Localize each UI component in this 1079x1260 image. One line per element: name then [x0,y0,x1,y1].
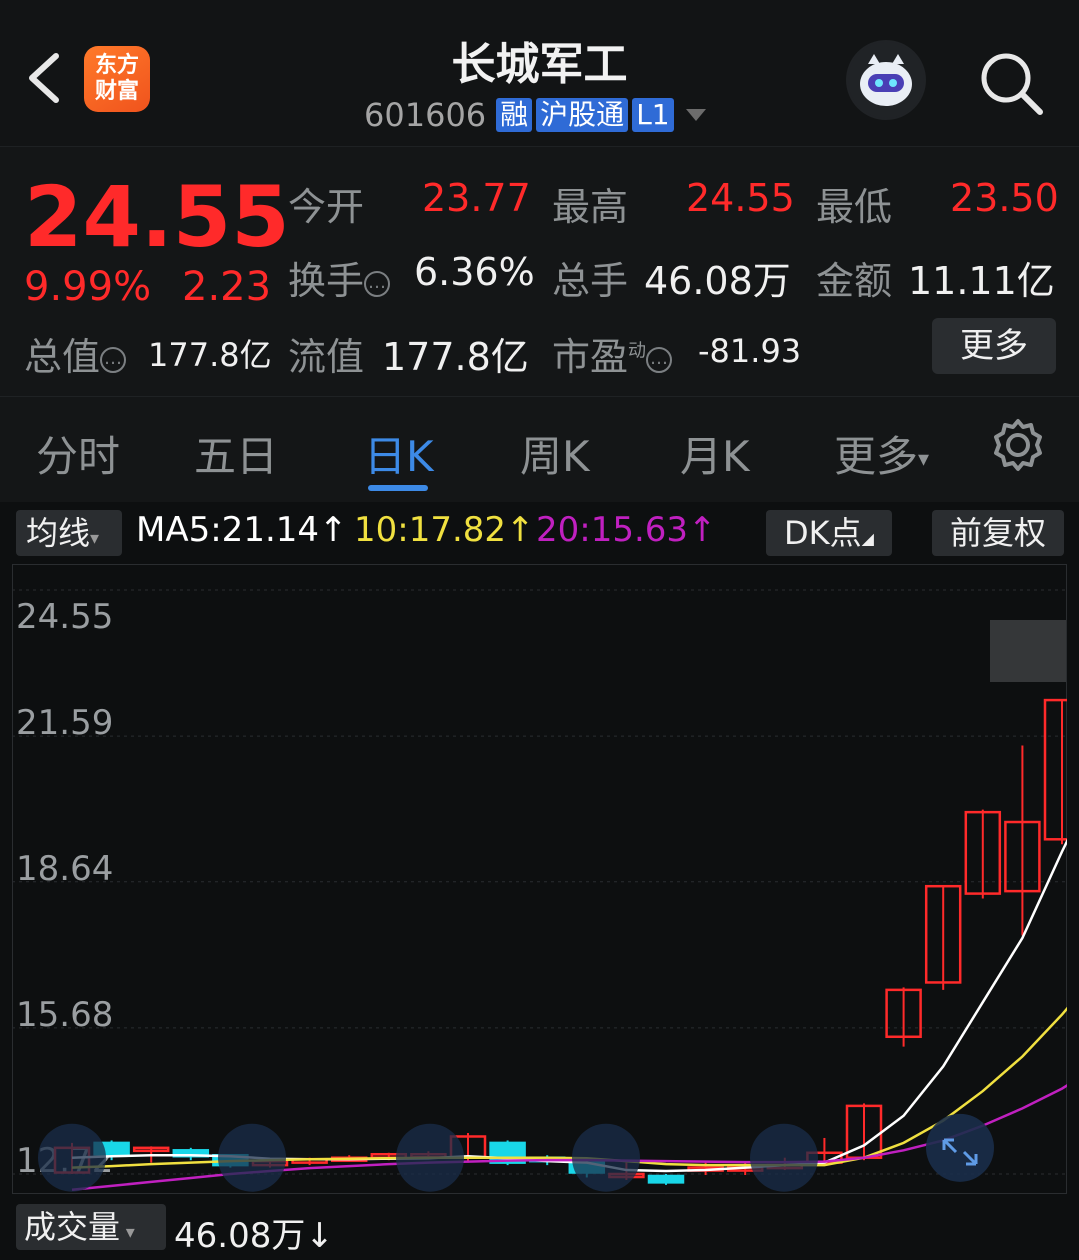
chart-nav-button [750,1123,818,1192]
ma-select[interactable]: 均线▾ [16,510,122,556]
margin-tag: 融 [496,98,533,132]
y-tick-label: 21.59 [16,703,113,743]
tab-monthly-k[interactable]: 月K [680,423,750,484]
top-bar: 东方 财富 长城军工 601606 融 沪股通 L1 [0,0,1079,146]
search-icon[interactable] [976,48,1046,118]
tab-five-day[interactable]: 五日 [194,423,278,484]
stock-code: 601606 [364,96,487,134]
corner-caret-icon: ◢ [861,529,874,548]
candle-body [1043,698,1067,841]
tab-daily-k[interactable]: 日K [364,423,434,484]
caret-down-icon: ▾ [90,528,100,549]
tab-intraday[interactable]: 分时 [36,423,120,484]
dk-point-label: DK点 [784,514,862,552]
open-value: 23.77 [422,176,531,220]
amount-value: 11.11亿 [908,259,1055,303]
mktcap-value: 177.8亿 [148,336,272,374]
volume-indicator-label: 成交量 [24,1208,121,1246]
price-marker [990,620,1066,682]
pe-superscript: 动 [628,340,647,362]
active-tab-indicator [368,485,428,491]
dropdown-caret-icon[interactable] [685,109,706,121]
turnover-label: 换手… [288,250,391,305]
chart-nav-button [396,1123,464,1192]
caret-down-icon: ▾ [918,447,930,472]
kline-chart[interactable]: 24.5521.5918.6415.6812.72 [12,564,1067,1194]
candle-body [647,1174,685,1184]
robot-assistant-icon[interactable] [846,40,926,120]
change-amount: 2.23 [182,264,272,310]
adjust-button[interactable]: 前复权 [932,510,1064,556]
y-tick-label: 15.68 [16,995,113,1035]
float-value: 177.8亿 [382,335,529,379]
caret-down-icon: ▾ [120,1222,135,1243]
pe-label-text: 市盈 [552,335,629,379]
stock-subtitle[interactable]: 601606 融 沪股通 L1 [364,96,706,134]
low-value: 23.50 [950,176,1059,220]
turnover-label-text: 换手 [288,259,365,303]
chart-nav-button [38,1123,106,1192]
info-icon[interactable]: … [100,346,127,373]
info-icon[interactable]: … [646,346,673,373]
volume-value: 46.08万 [644,259,791,303]
chart-tabs: 分时 五日 日K 周K 月K 更多▾ [0,396,1079,502]
change-percent: 9.99% [24,264,152,310]
more-quote-button[interactable]: 更多 [932,318,1056,374]
low-label: 最低 [816,185,893,229]
gear-icon[interactable] [990,417,1046,473]
tab-more-label: 更多 [834,432,919,481]
ma5-value: MA5:21.14↑ [136,510,348,550]
info-icon[interactable]: … [364,270,391,297]
ma10-value: 10:17.82↑ [354,510,535,550]
tab-more[interactable]: 更多▾ [834,423,929,484]
last-price: 24.55 [24,168,290,266]
mktcap-label: 总值… [24,326,127,381]
float-label: 流值 [288,335,365,379]
pe-value: -81.93 [698,332,802,370]
chart-frame [12,564,1067,1194]
mktcap-label-text: 总值 [24,335,101,379]
turnover-value: 6.36% [414,250,535,294]
volume-indicator-value: 46.08万↓ [174,1216,334,1256]
open-label: 今开 [288,185,365,229]
high-value: 24.55 [686,176,795,220]
chart-nav-button [572,1123,640,1192]
y-tick-label: 18.64 [16,849,113,889]
tab-weekly-k[interactable]: 周K [520,423,590,484]
volume-indicator-select[interactable]: 成交量 ▾ [16,1204,166,1250]
y-tick-label: 24.55 [16,597,113,637]
high-label: 最高 [552,185,629,229]
fullscreen-button [926,1113,994,1182]
ma10-line [71,1006,1067,1169]
ma5-line [71,838,1067,1173]
level-tag: L1 [632,98,674,132]
ma-select-label: 均线 [26,514,91,552]
pe-label: 市盈动… [552,326,673,381]
chart-nav-button [218,1123,286,1192]
connect-tag: 沪股通 [536,98,629,132]
dk-point-button[interactable]: DK点◢ [766,510,892,556]
volume-label: 总手 [552,259,629,303]
ma20-value: 20:15.63↑ [536,510,717,550]
amount-label: 金额 [816,259,893,303]
